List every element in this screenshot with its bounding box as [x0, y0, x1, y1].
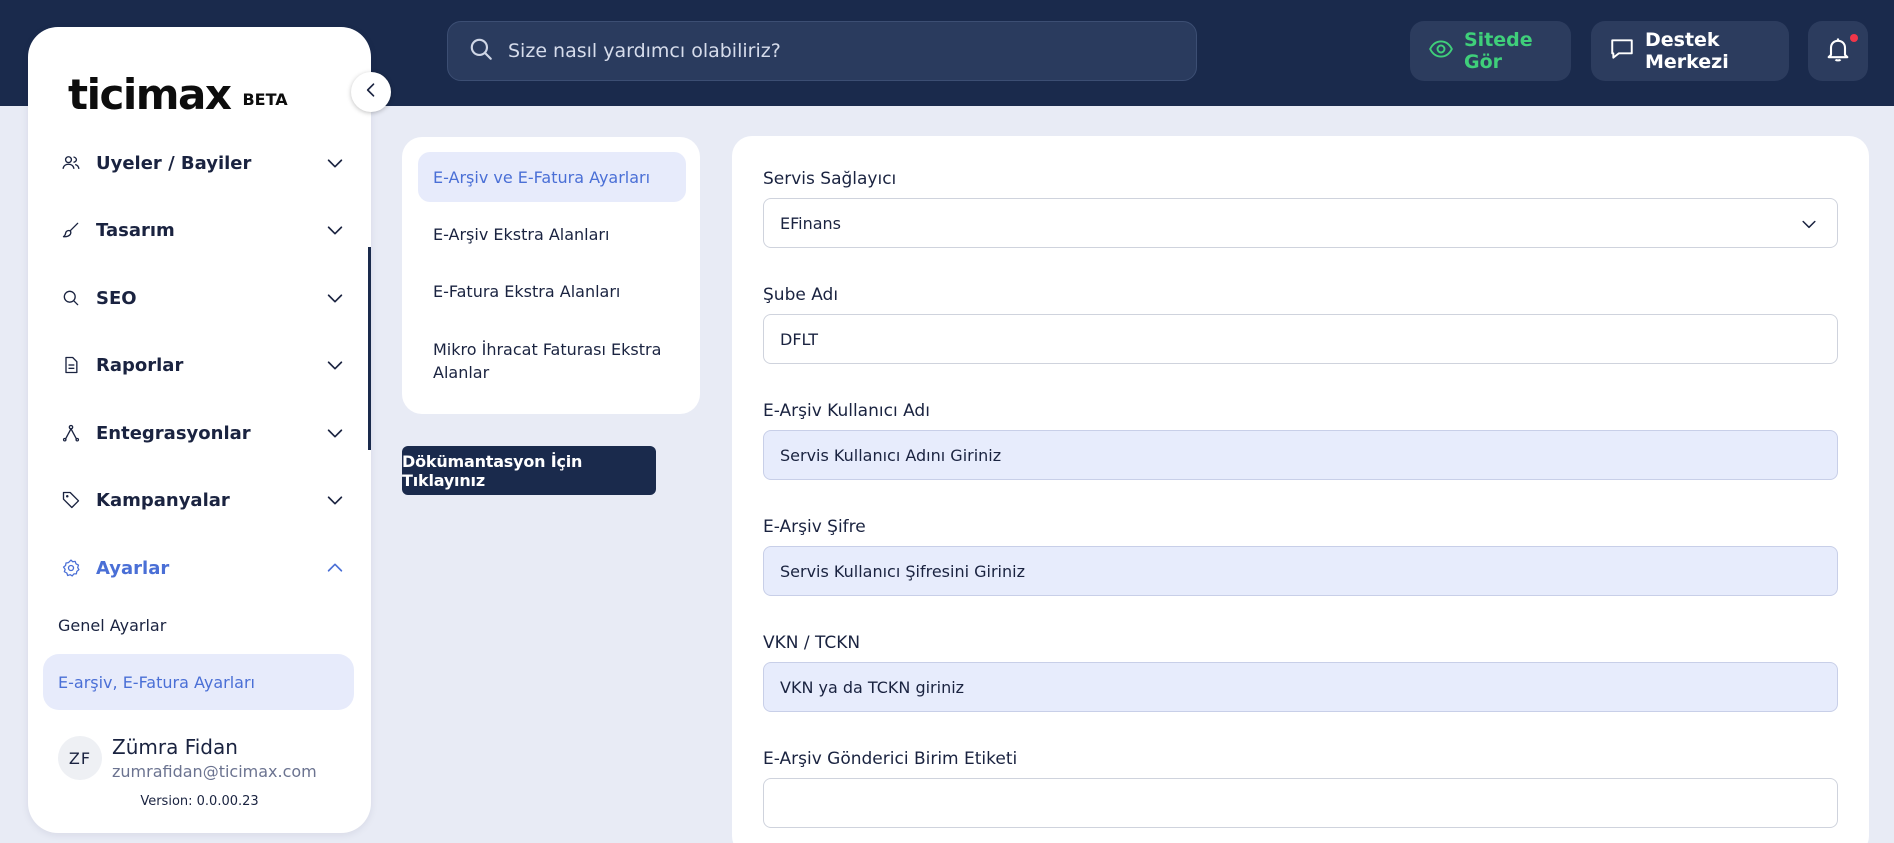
sidebar-scrollbar[interactable]	[368, 247, 371, 450]
vkn-tckn-field[interactable]: VKN ya da TCKN giriniz	[763, 662, 1838, 712]
selected-value: EFinans	[780, 213, 842, 233]
gear-icon	[60, 557, 82, 579]
field-label: Şube Adı	[763, 285, 839, 305]
submenu-item-efatura-extra[interactable]: E-Fatura Ekstra Alanları	[433, 280, 673, 303]
chevron-down-icon	[324, 354, 346, 376]
sidebar: ticimax BETA Uyeler / Bayiler Tasarım SE…	[28, 27, 391, 833]
settings-form: Servis Sağlayıcı EFinans Şube Adı DFLT E…	[732, 136, 1869, 843]
chevron-left-icon	[361, 80, 381, 104]
logo: ticimax BETA	[68, 73, 288, 117]
field-label: E-Arşiv Gönderici Birim Etiketi	[763, 749, 1018, 769]
submenu-item-earsiv-extra[interactable]: E-Arşiv Ekstra Alanları	[433, 223, 673, 246]
search-bar[interactable]: Size nasıl yardımcı olabiliriz?	[447, 21, 1197, 81]
users-icon	[60, 152, 82, 174]
chevron-down-icon	[324, 287, 346, 309]
support-center-button[interactable]: Destek Merkezi	[1591, 21, 1789, 81]
field-label: VKN / TCKN	[763, 633, 861, 653]
settings-submenu: E-Arşiv ve E-Fatura Ayarları E-Arşiv Eks…	[402, 137, 700, 414]
chevron-down-icon	[324, 422, 346, 444]
notification-dot	[1850, 34, 1858, 42]
field-label: E-Arşiv Kullanıcı Adı	[763, 401, 930, 421]
search-icon	[468, 36, 494, 66]
eye-icon	[1428, 36, 1464, 67]
submenu-item-micro-export-extra[interactable]: Mikro İhracat Faturası Ekstra Alanlar	[433, 338, 673, 384]
chevron-down-icon	[324, 219, 346, 241]
collapse-sidebar-button[interactable]	[351, 72, 391, 112]
sidebar-item-label: Ayarlar	[96, 557, 170, 579]
documentation-button[interactable]: Dökümantasyon İçin Tıklayınız	[402, 446, 656, 495]
sidebar-subitem-general-settings[interactable]: Genel Ayarlar	[58, 616, 166, 635]
document-icon	[60, 354, 82, 376]
sidebar-item-design[interactable]: Tasarım	[60, 212, 346, 248]
sidebar-item-campaigns[interactable]: Kampanyalar	[60, 482, 346, 518]
sidebar-item-settings[interactable]: Ayarlar	[60, 550, 346, 586]
sidebar-item-label: Raporlar	[96, 354, 184, 376]
user-name: Zümra Fidan	[112, 735, 238, 759]
view-site-label: Sitede Gör	[1464, 29, 1533, 73]
bell-icon	[1824, 35, 1852, 68]
sidebar-item-label: Uyeler / Bayiler	[96, 152, 252, 174]
sidebar-item-integrations[interactable]: Entegrasyonlar	[60, 415, 346, 451]
sidebar-item-label: Tasarım	[96, 219, 175, 241]
logo-text: ticimax	[68, 70, 232, 119]
integration-icon	[60, 422, 82, 444]
sidebar-subitem-einvoice-settings[interactable]: E-arşiv, E-Fatura Ayarları	[43, 654, 354, 710]
service-provider-select[interactable]: EFinans	[763, 198, 1838, 248]
field-label: E-Arşiv Şifre	[763, 517, 866, 537]
support-center-label: Destek Merkezi	[1645, 29, 1729, 73]
sidebar-item-users[interactable]: Uyeler / Bayiler	[60, 145, 346, 181]
version-label: Version: 0.0.00.23	[140, 794, 259, 809]
avatar[interactable]: ZF	[58, 736, 102, 780]
submenu-item-earsiv-efatura[interactable]: E-Arşiv ve E-Fatura Ayarları	[418, 152, 686, 202]
earsiv-username-field[interactable]: Servis Kullanıcı Adını Giriniz	[763, 430, 1838, 480]
sidebar-item-reports[interactable]: Raporlar	[60, 347, 346, 383]
beta-label: BETA	[242, 90, 288, 109]
sidebar-item-seo[interactable]: SEO	[60, 280, 346, 316]
sidebar-item-label: Kampanyalar	[96, 489, 230, 511]
earsiv-password-field[interactable]: Servis Kullanıcı Şifresini Giriniz	[763, 546, 1838, 596]
search-icon	[60, 287, 82, 309]
brush-icon	[60, 219, 82, 241]
user-email: zumrafidan@ticimax.com	[112, 762, 317, 781]
view-site-button[interactable]: Sitede Gör	[1410, 21, 1571, 81]
sidebar-item-label: SEO	[96, 287, 137, 309]
branch-name-field[interactable]: DFLT	[763, 314, 1838, 364]
notifications-button[interactable]	[1808, 21, 1868, 81]
chevron-down-icon	[324, 152, 346, 174]
chevron-down-icon	[324, 489, 346, 511]
sender-unit-label-field[interactable]	[763, 778, 1838, 828]
sidebar-item-label: Entegrasyonlar	[96, 422, 251, 444]
chat-icon	[1609, 36, 1645, 67]
chevron-down-icon	[1799, 214, 1819, 238]
tag-icon	[60, 489, 82, 511]
field-label: Servis Sağlayıcı	[763, 169, 897, 189]
chevron-up-icon	[324, 557, 346, 579]
search-input[interactable]: Size nasıl yardımcı olabiliriz?	[508, 40, 781, 62]
